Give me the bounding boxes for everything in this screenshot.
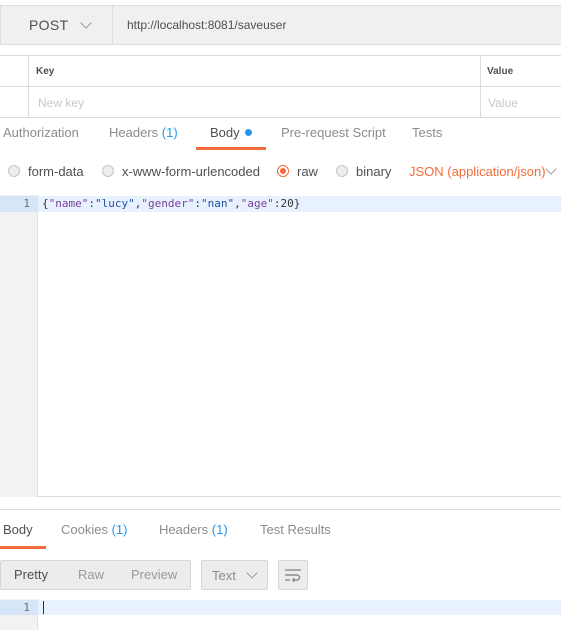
params-table: Key Value New key Value [0, 55, 561, 118]
tab-authorization[interactable]: Authorization [3, 118, 79, 151]
chevron-down-icon [246, 567, 258, 579]
radio-icon [102, 165, 114, 177]
active-response-tab-indicator [0, 546, 46, 549]
new-key-input[interactable]: New key [38, 96, 84, 110]
response-line-number: 1 [23, 601, 30, 614]
text-cursor [43, 601, 44, 614]
tab-headers[interactable]: Headers (1) [109, 118, 178, 151]
params-header-row [0, 56, 561, 87]
content-type-dropdown[interactable]: JSON (application/json) [409, 155, 546, 187]
headers-count: (1) [161, 125, 178, 140]
new-value-input[interactable]: Value [488, 96, 518, 110]
response-tab-test-results[interactable]: Test Results [260, 515, 331, 548]
view-mode-segmented-control: Pretty Raw Preview [0, 560, 191, 590]
request-tabs: Authorization Headers (1) Body Pre-reque… [0, 118, 561, 151]
view-raw-button[interactable]: Raw [78, 561, 104, 589]
value-column-header: Value [487, 66, 514, 77]
url-input[interactable]: http://localhost:8081/saveuser [127, 6, 286, 44]
response-active-line [38, 600, 561, 615]
chevron-down-icon [80, 17, 92, 29]
method-label: POST [29, 17, 69, 33]
view-pretty-button[interactable]: Pretty [14, 561, 48, 589]
active-tab-indicator [196, 147, 266, 150]
modified-dot-icon [244, 129, 252, 136]
body-type-selector: form-data x-www-form-urlencoded raw bina… [0, 155, 561, 187]
line-number: 1 [23, 197, 30, 210]
response-tab-body[interactable]: Body [3, 515, 33, 548]
radio-binary[interactable]: binary [336, 155, 391, 187]
chevron-down-icon[interactable] [545, 163, 557, 175]
wrap-lines-icon [285, 569, 301, 582]
format-dropdown[interactable]: Text [201, 560, 268, 590]
tab-prerequest-script[interactable]: Pre-request Script [281, 118, 386, 151]
radio-form-data[interactable]: form-data [8, 155, 84, 187]
response-toolbar: Pretty Raw Preview Text [0, 560, 561, 592]
radio-icon [336, 165, 348, 177]
tab-tests[interactable]: Tests [412, 118, 442, 151]
request-body-editor[interactable]: 1 {"name":"lucy","gender":"nan","age":20… [0, 195, 561, 497]
response-tabs: Body Cookies (1) Headers (1) Test Result… [0, 515, 561, 549]
response-body-editor[interactable]: 1 [0, 599, 561, 630]
method-dropdown[interactable]: POST [1, 6, 113, 44]
editor-gutter [0, 195, 38, 497]
response-tab-cookies[interactable]: Cookies (1) [61, 515, 127, 548]
key-column-header: Key [36, 66, 55, 77]
response-tab-headers[interactable]: Headers (1) [159, 515, 228, 548]
radio-icon [8, 165, 20, 177]
code-line[interactable]: {"name":"lucy","gender":"nan","age":20} [42, 197, 300, 210]
radio-selected-icon [277, 165, 289, 177]
view-preview-button[interactable]: Preview [131, 561, 177, 589]
request-url-bar: POST http://localhost:8081/saveuser [0, 5, 561, 45]
radio-urlencoded[interactable]: x-www-form-urlencoded [102, 155, 260, 187]
wrap-lines-button[interactable] [278, 560, 308, 590]
radio-raw[interactable]: raw [277, 155, 318, 187]
